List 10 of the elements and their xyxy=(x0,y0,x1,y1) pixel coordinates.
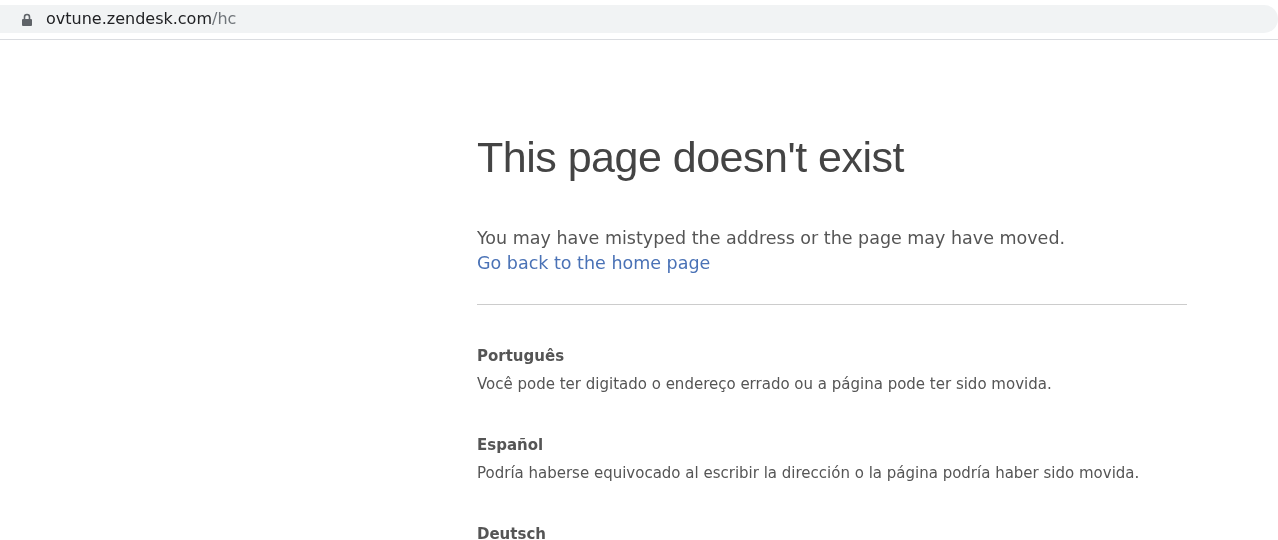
error-message: You may have mistyped the address or the page may have moved. xyxy=(477,226,1067,250)
url-text: ovtune.zendesk.com/hc xyxy=(46,8,237,30)
page-title: This page doesn't exist xyxy=(477,132,905,183)
translated-message: Podría haberse equivocado al escribir la dirección o la página podría haber sido movida. xyxy=(477,463,1141,485)
translated-message: Você pode ter digitado o endereço errado ou a página pode ter sido movida. xyxy=(477,374,1053,396)
language-heading: Deutsch xyxy=(477,523,547,540)
home-link[interactable]: Go back to the home page xyxy=(477,252,711,273)
address-bar[interactable]: ovtune.zendesk.com/hc xyxy=(0,5,1278,33)
language-heading: Español xyxy=(477,434,545,456)
language-heading: Português xyxy=(477,345,566,367)
